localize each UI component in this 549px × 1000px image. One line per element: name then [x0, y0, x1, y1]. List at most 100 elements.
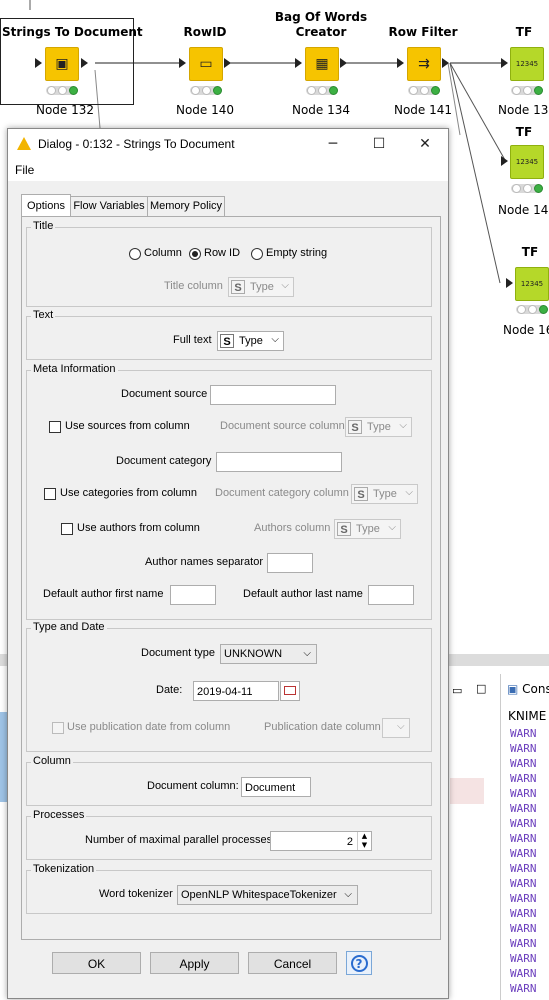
node-output-port[interactable]	[224, 58, 231, 68]
document-type-value: UNKNOWN	[224, 648, 283, 660]
authors-column-value: Type	[356, 523, 380, 535]
node-output-port[interactable]	[81, 58, 88, 68]
use-authors-checkbox[interactable]	[61, 523, 73, 535]
spinner-up-button[interactable]: ▲	[357, 832, 371, 841]
string-type-icon: S	[337, 522, 351, 536]
document-column-input[interactable]: Document	[241, 777, 311, 797]
tab-memory-policy[interactable]: Memory Policy	[147, 196, 225, 216]
node-output-port[interactable]	[442, 58, 449, 68]
console-line: WARN	[510, 937, 537, 950]
column-group-label: Column	[31, 755, 73, 767]
title-column-select[interactable]: S Type ⌵	[228, 277, 294, 297]
node-input-port[interactable]	[501, 156, 508, 166]
author-separator-input[interactable]	[267, 553, 313, 573]
help-button[interactable]: ?	[346, 951, 372, 975]
node-title: RowID	[183, 25, 227, 39]
use-sources-checkbox[interactable]	[49, 421, 61, 433]
tf-node[interactable]: 12345	[510, 47, 544, 81]
apply-button[interactable]: Apply	[150, 952, 239, 974]
default-last-name-input[interactable]	[368, 585, 414, 605]
chevron-down-icon: ⌵	[397, 721, 405, 732]
chevron-down-icon: ⌵	[399, 420, 407, 431]
rowid-icon: ▭	[199, 56, 213, 72]
node-input-port[interactable]	[179, 58, 186, 68]
minimize-button[interactable]: ─	[310, 129, 356, 159]
strings-to-document-dialog: Dialog - 0:132 - Strings To Document ─ ☐…	[7, 128, 449, 999]
console-line: WARN	[510, 862, 537, 875]
max-processes-value: 2	[346, 836, 353, 848]
text-group: Text Full text S Type ⌵	[26, 309, 432, 360]
use-categories-checkbox[interactable]	[44, 488, 56, 500]
node-input-port[interactable]	[295, 58, 302, 68]
node-status-lights	[46, 86, 78, 95]
full-text-value: Type	[239, 335, 263, 347]
date-input[interactable]: 2019-04-11	[193, 681, 279, 701]
console-line: WARN	[510, 802, 537, 815]
word-tokenizer-value: OpenNLP WhitespaceTokenizer	[181, 889, 337, 901]
minimize-icon[interactable]: ▭	[452, 684, 462, 697]
node-status-lights	[306, 86, 338, 95]
arrow-up-icon: ▲	[361, 832, 368, 840]
node-label[interactable]: Node 141	[378, 103, 468, 117]
console-line: WARN	[510, 757, 537, 770]
meta-information-group: Meta Information Document source Use sou…	[26, 363, 432, 620]
node-input-port[interactable]	[501, 58, 508, 68]
menu-file[interactable]: File	[15, 163, 34, 177]
bag-of-words-node[interactable]: ▦	[305, 47, 339, 81]
tab-flow-variables[interactable]: Flow Variables	[70, 196, 148, 216]
node-label[interactable]: Node 16	[503, 323, 549, 337]
tf-node[interactable]: 12345	[510, 145, 544, 179]
rowid-node[interactable]: ▭	[189, 47, 223, 81]
title-group-label: Title	[31, 220, 56, 232]
node-label[interactable]: Node 143	[498, 203, 549, 217]
node-input-port[interactable]	[506, 278, 513, 288]
cancel-button[interactable]: Cancel	[248, 952, 337, 974]
tf-icon: 12345	[520, 280, 544, 288]
word-tokenizer-select[interactable]: OpenNLP WhitespaceTokenizer ⌵	[177, 885, 358, 905]
use-publication-date-checkbox[interactable]	[52, 722, 64, 734]
console-line: WARN	[510, 952, 537, 965]
node-output-port[interactable]	[340, 58, 347, 68]
tf-icon: 12345	[515, 158, 539, 166]
full-text-select[interactable]: S Type ⌵	[217, 331, 284, 351]
node-label[interactable]: Node 132	[20, 103, 110, 117]
default-first-name-input[interactable]	[170, 585, 216, 605]
document-category-input[interactable]	[216, 452, 342, 472]
calendar-button[interactable]	[280, 681, 300, 701]
node-label[interactable]: Node 140	[160, 103, 250, 117]
strings-to-document-node[interactable]: ▣	[45, 47, 79, 81]
maximize-button[interactable]: ☐	[356, 129, 402, 159]
chevron-down-icon: ⌵	[303, 648, 311, 659]
close-button[interactable]: ✕	[402, 129, 448, 159]
chevron-down-icon: ⌵	[281, 280, 289, 291]
document-type-select[interactable]: UNKNOWN ⌵	[220, 644, 317, 664]
node-input-port[interactable]	[35, 58, 42, 68]
publication-date-column-label: Publication date column	[264, 721, 381, 733]
ok-button[interactable]: OK	[52, 952, 141, 974]
radio-empty-string[interactable]	[251, 248, 263, 260]
node-label[interactable]: Node 134	[276, 103, 366, 117]
doc-source-column-select[interactable]: S Type ⌵	[345, 417, 412, 437]
type-date-group-label: Type and Date	[31, 621, 107, 633]
document-icon: ▣	[55, 56, 69, 72]
chevron-down-icon: ⌵	[271, 334, 279, 345]
node-input-port[interactable]	[397, 58, 404, 68]
row-filter-node[interactable]: ⇉	[407, 47, 441, 81]
meta-group-label: Meta Information	[31, 363, 118, 375]
authors-column-select[interactable]: S Type ⌵	[334, 519, 401, 539]
tab-options[interactable]: Options	[21, 194, 71, 217]
doc-category-column-select[interactable]: S Type ⌵	[351, 484, 418, 504]
spinner-down-button[interactable]: ▼	[357, 841, 371, 850]
radio-row-id[interactable]	[189, 248, 201, 260]
node-label[interactable]: Node 135	[498, 103, 549, 117]
console-tab[interactable]: ▣ Cons	[507, 682, 549, 696]
document-source-input[interactable]	[210, 385, 336, 405]
maximize-icon[interactable]: □	[476, 682, 486, 695]
use-publication-date-label: Use publication date from column	[67, 721, 231, 733]
publication-date-column-select[interactable]: ⌵	[382, 718, 410, 738]
tf-node[interactable]: 12345	[515, 267, 549, 301]
document-source-label: Document source	[121, 388, 208, 400]
radio-column[interactable]	[129, 248, 141, 260]
console-title: Cons	[522, 682, 549, 696]
dialog-titlebar[interactable]: Dialog - 0:132 - Strings To Document ─ ☐…	[8, 129, 448, 159]
